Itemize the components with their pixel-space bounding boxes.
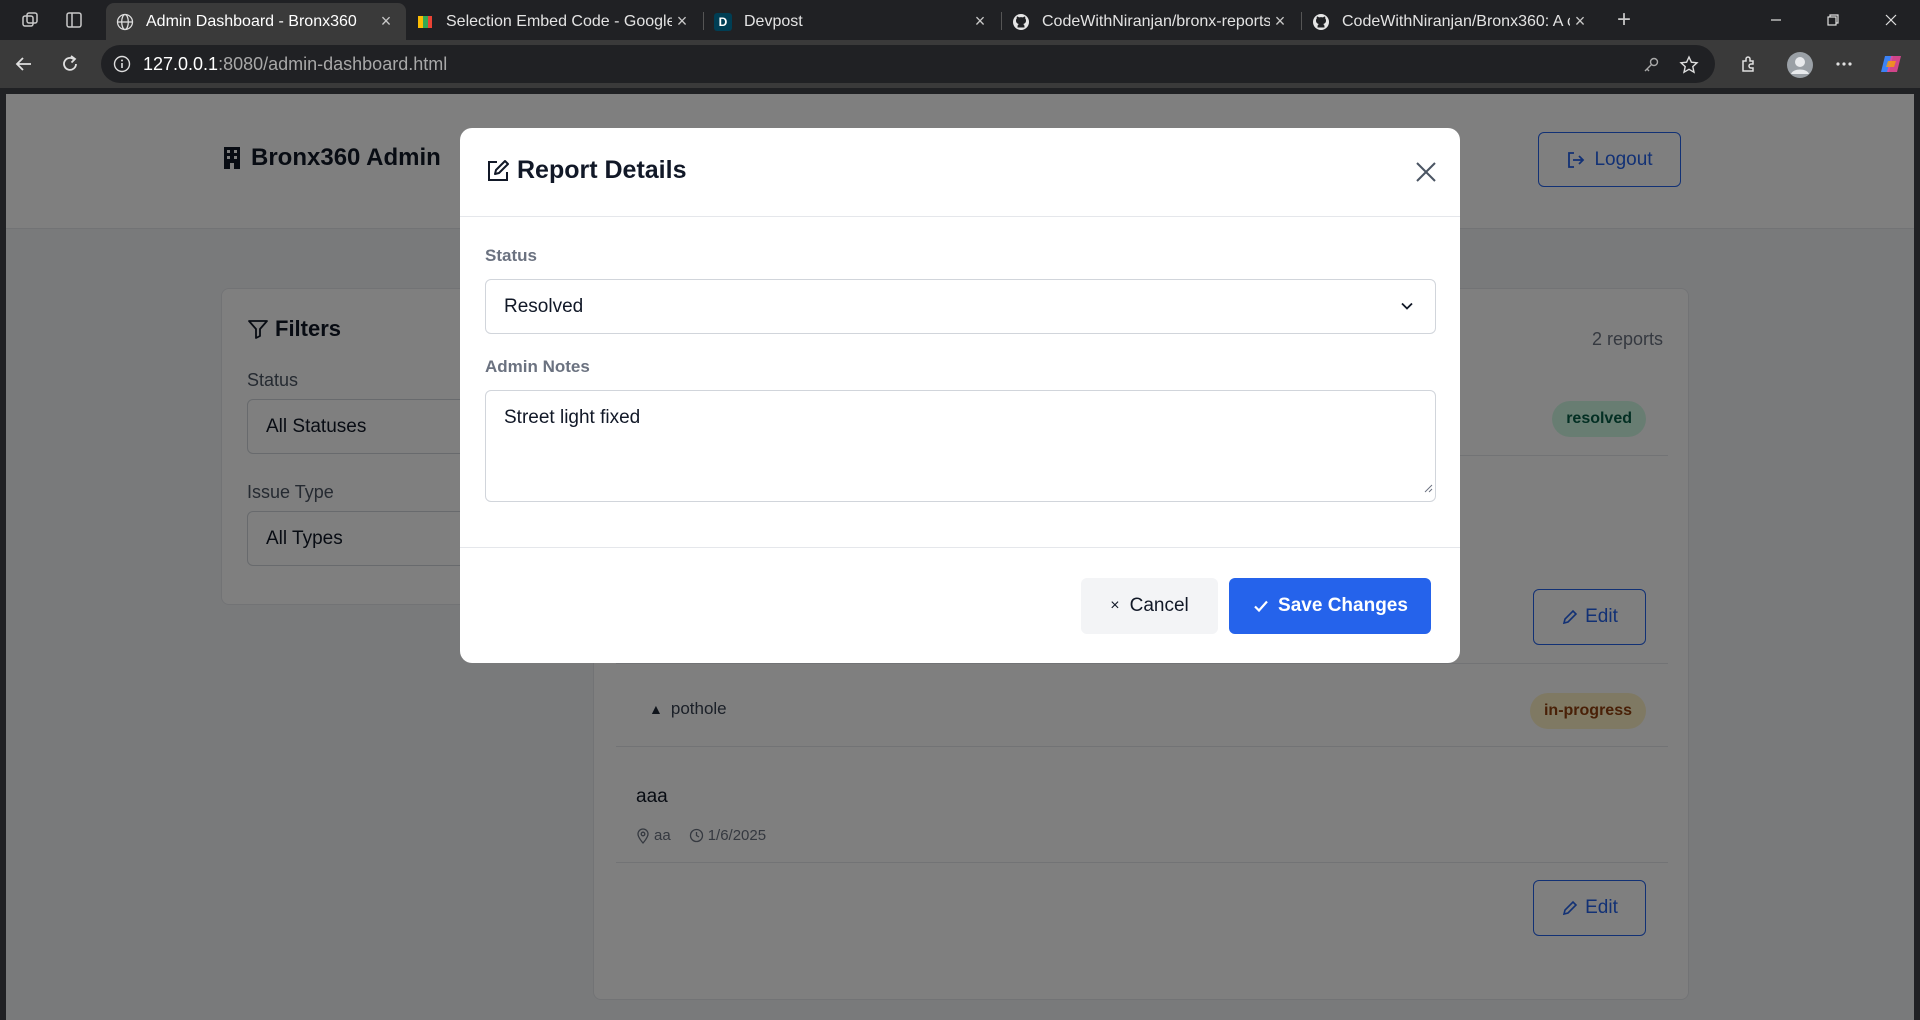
tab-github-bronx-reports[interactable]: CodeWithNiranjan/bronx-reports ×	[1002, 3, 1300, 40]
workspaces-icon[interactable]	[18, 8, 42, 32]
tab-title: Devpost	[744, 12, 803, 30]
edit-square-icon	[488, 159, 509, 181]
key-icon[interactable]	[1639, 53, 1663, 77]
save-changes-button[interactable]: Save Changes	[1229, 578, 1431, 634]
tab-admin-dashboard[interactable]: Admin Dashboard - Bronx360 ×	[106, 3, 406, 40]
close-tab-icon[interactable]: ×	[1570, 11, 1590, 32]
modal-header: Report Details	[460, 128, 1460, 217]
modal-title: Report Details	[485, 156, 686, 185]
status-select-value: Resolved	[504, 295, 584, 317]
status-select[interactable]: Resolved	[485, 279, 1436, 334]
site-info-icon[interactable]	[111, 53, 133, 75]
more-options-icon[interactable]	[1830, 50, 1858, 78]
resize-grip-icon[interactable]	[1423, 477, 1433, 499]
status-label: Status	[485, 246, 537, 265]
globe-icon	[116, 13, 134, 31]
favorite-star-icon[interactable]	[1677, 53, 1701, 77]
vertical-tabs-icon[interactable]	[62, 8, 86, 32]
modal-footer-divider	[460, 547, 1460, 548]
reload-icon[interactable]	[56, 50, 84, 78]
chevron-down-icon	[1397, 296, 1417, 322]
minimize-icon[interactable]	[1756, 6, 1796, 34]
admin-notes-textarea[interactable]: Street light fixed	[485, 390, 1436, 502]
tab-title: Selection Embed Code - Google F	[446, 12, 672, 30]
page-viewport: Bronx360 Admin Logout Filters Status All…	[6, 94, 1914, 1020]
close-modal-icon[interactable]	[1410, 156, 1442, 188]
google-icon	[416, 13, 434, 31]
admin-notes-label: Admin Notes	[485, 357, 590, 376]
tab-title: CodeWithNiranjan/Bronx360: A co	[1342, 12, 1570, 30]
copilot-icon[interactable]	[1877, 50, 1905, 78]
admin-notes-value: Street light fixed	[504, 407, 641, 428]
url-text: 127.0.0.1:8080/admin-dashboard.html	[143, 53, 448, 74]
browser-tabbar: Admin Dashboard - Bronx360 × Selection E…	[0, 0, 1920, 40]
back-icon[interactable]	[10, 50, 38, 78]
github-icon	[1012, 13, 1030, 31]
cancel-button[interactable]: × Cancel	[1081, 578, 1218, 634]
browser-toolbar: 127.0.0.1:8080/admin-dashboard.html	[0, 40, 1920, 88]
extensions-icon[interactable]	[1735, 50, 1763, 78]
close-tab-icon[interactable]: ×	[970, 11, 990, 32]
close-tab-icon[interactable]: ×	[1270, 11, 1290, 32]
address-bar[interactable]: 127.0.0.1:8080/admin-dashboard.html	[101, 45, 1715, 83]
profile-avatar-icon[interactable]	[1785, 50, 1815, 80]
tab-google-forms[interactable]: Selection Embed Code - Google F ×	[406, 3, 702, 40]
new-tab-icon[interactable]: +	[1610, 6, 1638, 33]
github-icon	[1312, 13, 1330, 31]
close-tab-icon[interactable]: ×	[376, 11, 396, 32]
tab-devpost[interactable]: D Devpost ×	[704, 3, 1000, 40]
devpost-icon: D	[714, 12, 732, 31]
close-window-icon[interactable]	[1871, 6, 1911, 34]
tab-title: Admin Dashboard - Bronx360	[146, 12, 357, 30]
tab-title: CodeWithNiranjan/bronx-reports	[1042, 12, 1270, 30]
restore-icon[interactable]	[1813, 6, 1853, 34]
report-details-modal: Report Details Status Resolved Admin Not…	[460, 128, 1460, 663]
close-tab-icon[interactable]: ×	[672, 11, 692, 32]
check-icon	[1254, 600, 1268, 613]
tab-github-bronx360[interactable]: CodeWithNiranjan/Bronx360: A co ×	[1302, 3, 1600, 40]
close-icon: ×	[1110, 597, 1120, 614]
